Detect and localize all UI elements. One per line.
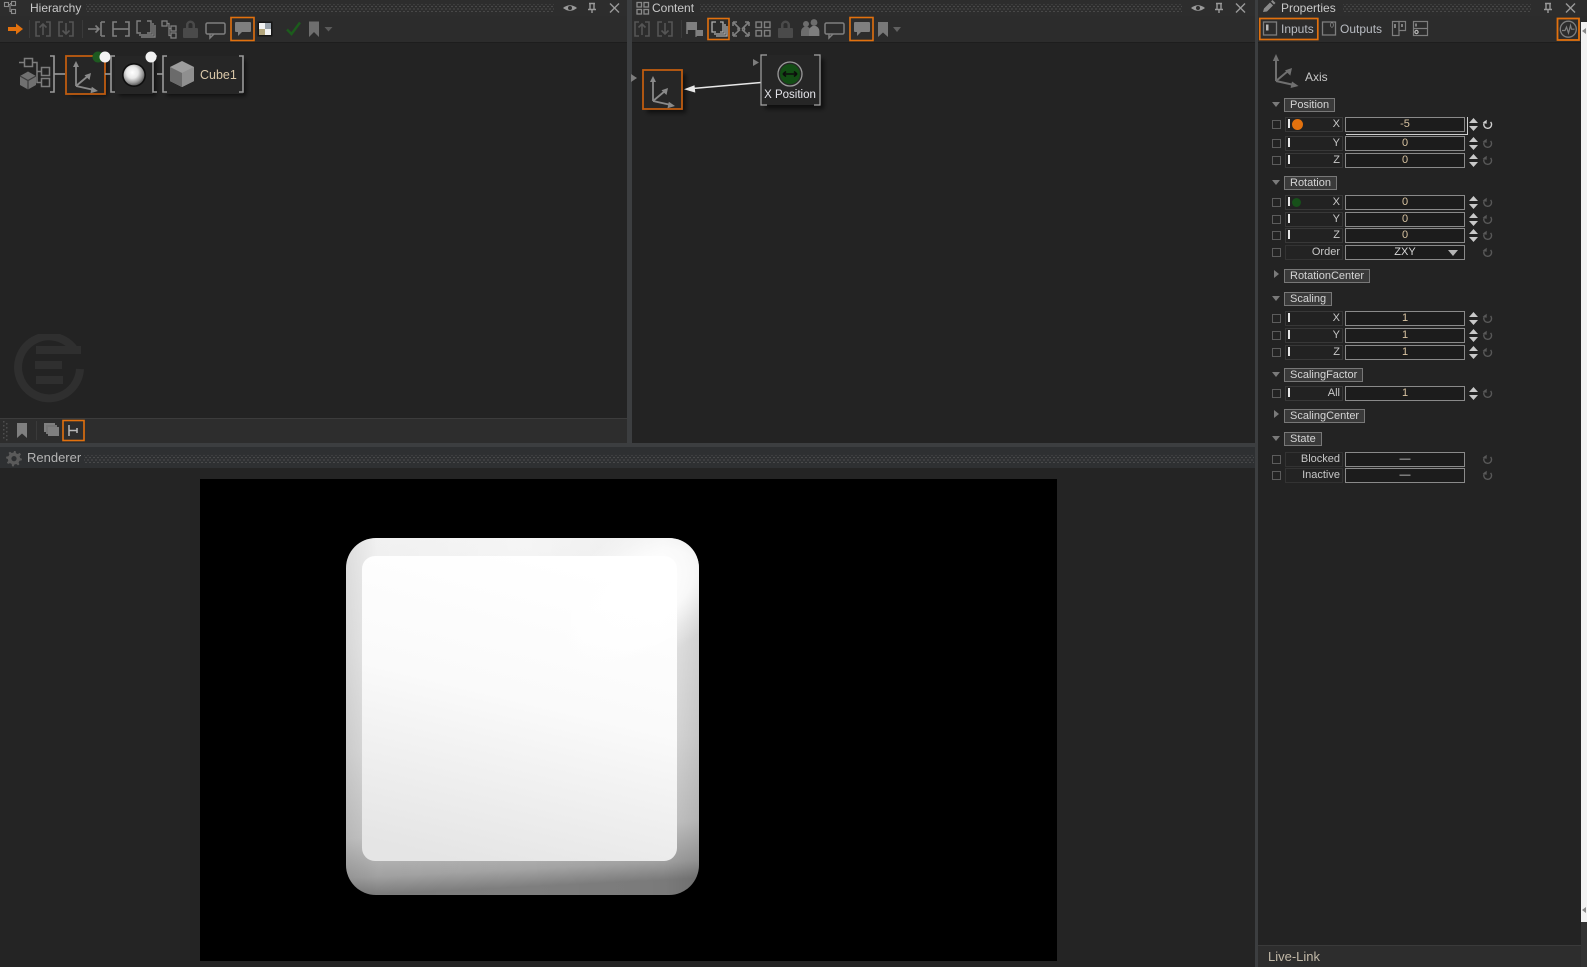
svg-text:X Position: X Position	[764, 89, 816, 101]
svg-text:Outputs: Outputs	[1340, 22, 1382, 36]
svg-text:0: 0	[1330, 23, 1334, 30]
svg-text:Cube1: Cube1	[200, 68, 237, 82]
svg-text:Inputs: Inputs	[1281, 22, 1314, 36]
